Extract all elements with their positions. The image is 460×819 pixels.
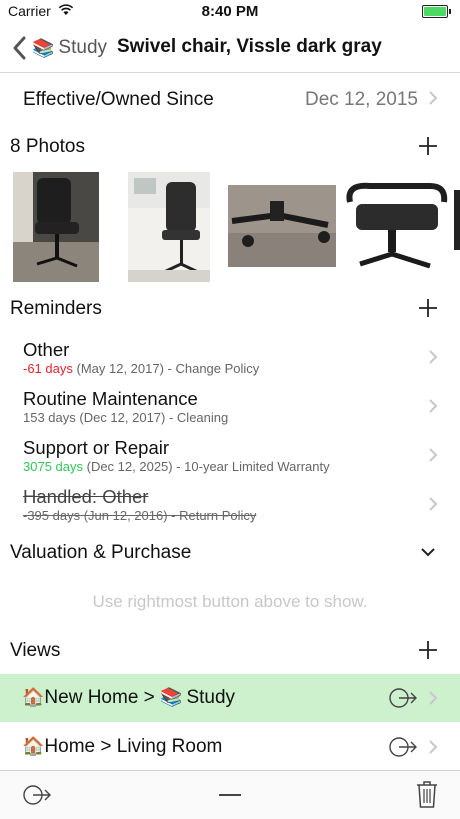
reminder-title: Support or Repair bbox=[23, 437, 170, 458]
photo-thumbnail[interactable] bbox=[128, 172, 210, 282]
valuation-placeholder: Use rightmost button above to show. bbox=[92, 592, 368, 611]
chevron-down-icon[interactable] bbox=[420, 547, 436, 557]
status-time: 8:40 PM bbox=[201, 3, 259, 20]
house-emoji: 🏠 bbox=[22, 687, 45, 707]
reminder-title: Routine Maintenance bbox=[23, 388, 198, 409]
reminder-title: Handled: Other bbox=[23, 486, 149, 507]
chevron-right-icon bbox=[429, 91, 438, 105]
go-to-location-icon[interactable] bbox=[388, 735, 418, 759]
reminder-info: (Dec 12, 2025) - 10-year Limited Warrant… bbox=[83, 459, 330, 474]
add-view-button[interactable] bbox=[418, 640, 438, 660]
photo-thumbnail[interactable] bbox=[13, 172, 99, 282]
reminder-row[interactable]: Other -61 days (May 12, 2017) - Change P… bbox=[0, 332, 460, 381]
reminder-detail: 3075 days (Dec 12, 2025) - 10-year Limit… bbox=[23, 459, 330, 474]
status-bar: Carrier 8:40 PM bbox=[0, 0, 460, 24]
reminder-days: -61 days bbox=[23, 361, 73, 376]
view-row[interactable]: 🏠Home > Living Room bbox=[0, 723, 460, 771]
chevron-right-icon bbox=[429, 350, 438, 364]
effective-date-row[interactable]: Effective/Owned Since Dec 12, 2015 bbox=[0, 73, 460, 123]
reminder-info: (Dec 12, 2017) - Cleaning bbox=[75, 410, 229, 425]
go-to-location-icon[interactable] bbox=[388, 686, 418, 710]
add-photo-button[interactable] bbox=[418, 136, 438, 156]
move-item-button[interactable] bbox=[22, 783, 52, 807]
photo-thumbnail[interactable] bbox=[228, 185, 336, 267]
view-row[interactable]: 🏠New Home > 📚 Study bbox=[0, 674, 460, 722]
view-path-text: Study bbox=[186, 687, 236, 708]
reminders-header: Reminders bbox=[10, 298, 102, 319]
add-reminder-button[interactable] bbox=[418, 298, 438, 318]
chevron-right-icon bbox=[429, 740, 438, 754]
reminder-days: 153 days bbox=[23, 410, 76, 425]
reminder-detail: -61 days (May 12, 2017) - Change Policy bbox=[23, 361, 259, 376]
reminder-info: (Jun 12, 2016) - Return Policy bbox=[80, 508, 257, 523]
house-emoji: 🏠 bbox=[22, 736, 45, 756]
battery-icon bbox=[422, 5, 451, 18]
chevron-right-icon bbox=[429, 448, 438, 462]
reminder-row[interactable]: Support or Repair 3075 days (Dec 12, 202… bbox=[0, 430, 460, 479]
effective-value: Dec 12, 2015 bbox=[304, 89, 418, 110]
photo-strip[interactable] bbox=[0, 172, 460, 284]
photos-header: 8 Photos bbox=[10, 136, 85, 157]
books-emoji: 📚 bbox=[32, 37, 55, 58]
photo-thumbnail[interactable] bbox=[454, 190, 460, 250]
reminder-row[interactable]: Routine Maintenance 153 days (Dec 12, 20… bbox=[0, 381, 460, 430]
views-header: Views bbox=[10, 640, 61, 661]
minus-button[interactable] bbox=[219, 793, 241, 797]
back-label: Study bbox=[58, 37, 108, 58]
reminder-title: Other bbox=[23, 339, 70, 360]
reminder-detail: -395 days (Jun 12, 2016) - Return Policy bbox=[23, 508, 256, 523]
reminder-days: -395 days bbox=[23, 508, 81, 523]
valuation-header: Valuation & Purchase bbox=[10, 542, 192, 563]
view-path-text: New Home > bbox=[44, 687, 161, 708]
effective-label: Effective/Owned Since bbox=[23, 89, 214, 110]
chevron-left-icon bbox=[13, 36, 26, 60]
chevron-right-icon bbox=[429, 497, 438, 511]
books-emoji: 📚 bbox=[160, 687, 183, 707]
trash-icon[interactable] bbox=[416, 780, 438, 808]
chevron-right-icon bbox=[429, 691, 438, 705]
reminder-info: (May 12, 2017) - Change Policy bbox=[72, 361, 260, 376]
chevron-right-icon bbox=[429, 399, 438, 413]
reminder-detail: 153 days (Dec 12, 2017) - Cleaning bbox=[23, 410, 228, 425]
navigation-bar: 📚 Study Swivel chair, Vissle dark gray bbox=[0, 24, 460, 73]
back-button[interactable]: 📚 Study bbox=[10, 32, 107, 64]
photo-thumbnail[interactable] bbox=[340, 178, 450, 274]
reminder-row-handled[interactable]: Handled: Other -395 days (Jun 12, 2016) … bbox=[0, 479, 460, 528]
view-path: 🏠New Home > 📚 Study bbox=[22, 687, 235, 709]
reminder-days: 3075 days bbox=[23, 459, 83, 474]
view-path-text: Home > Living Room bbox=[44, 736, 223, 757]
page-title: Swivel chair, Vissle dark gray bbox=[117, 36, 382, 57]
bottom-toolbar bbox=[0, 770, 460, 819]
view-path: 🏠Home > Living Room bbox=[22, 736, 222, 758]
